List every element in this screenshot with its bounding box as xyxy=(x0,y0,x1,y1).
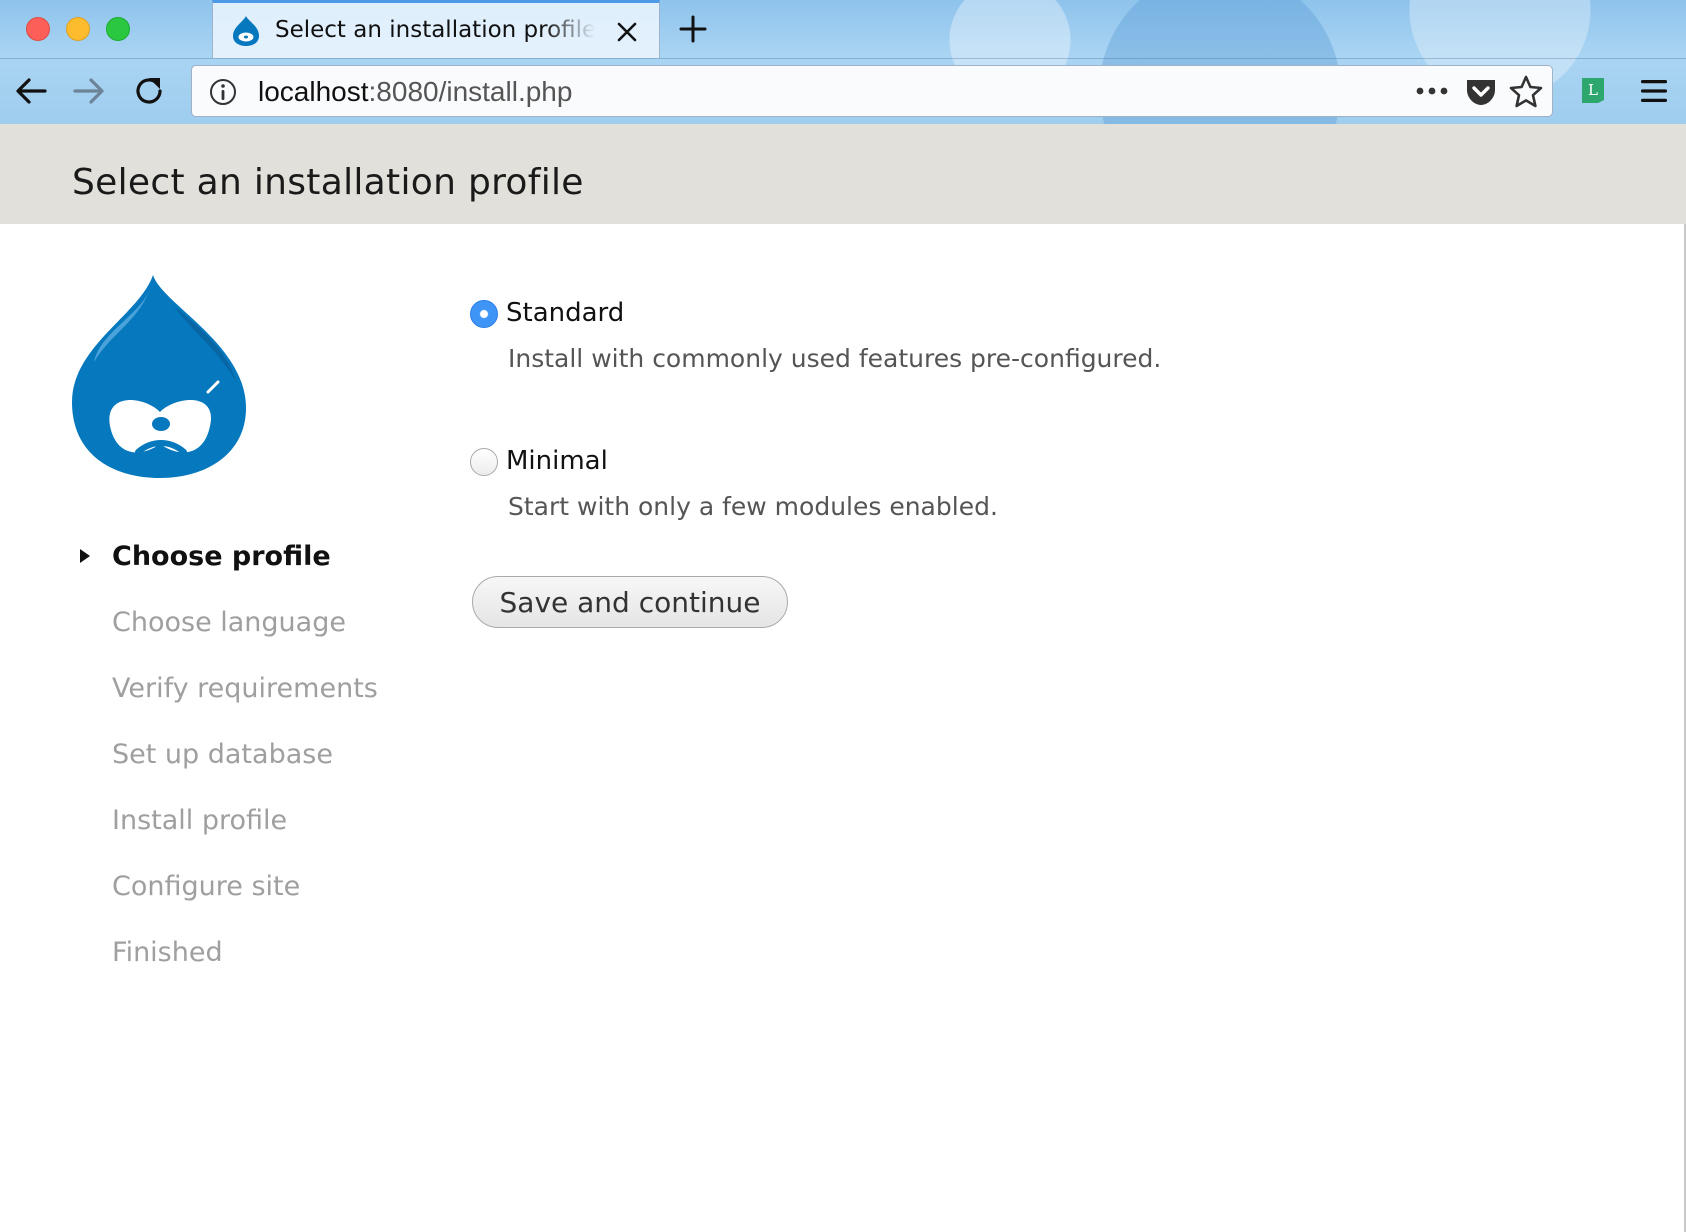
page-header: Select an installation profile xyxy=(0,124,1686,224)
back-arrow-icon[interactable] xyxy=(12,72,50,110)
url-path: :8080/install.php xyxy=(368,76,573,107)
minimize-window-button[interactable] xyxy=(66,17,90,41)
install-steps: Choose profile Choose language Verify re… xyxy=(72,542,378,1004)
minimal-label[interactable]: Minimal xyxy=(506,446,608,476)
standard-radio[interactable] xyxy=(470,300,498,328)
minimal-description: Start with only a few modules enabled. xyxy=(508,492,998,521)
extension-letter: L xyxy=(1588,81,1598,99)
page-title: Select an installation profile xyxy=(72,162,584,203)
current-step-arrow-icon xyxy=(80,549,90,563)
close-window-button[interactable] xyxy=(26,17,50,41)
bookmark-star-icon[interactable] xyxy=(1508,74,1544,110)
page-content: Select an installation profile Choose pr… xyxy=(0,124,1686,1232)
step-choose-profile: Choose profile xyxy=(72,542,378,608)
minimal-radio[interactable] xyxy=(470,448,498,476)
standard-label[interactable]: Standard xyxy=(506,298,624,328)
url-host: localhost xyxy=(258,76,369,107)
step-verify-requirements: Verify requirements xyxy=(72,674,378,740)
step-set-up-database: Set up database xyxy=(72,740,378,806)
step-configure-site: Configure site xyxy=(72,872,378,938)
step-choose-language: Choose language xyxy=(72,608,378,674)
new-tab-icon[interactable] xyxy=(678,14,708,44)
step-label: Choose profile xyxy=(112,541,331,572)
url-text[interactable]: localhost:8080/install.php xyxy=(258,76,572,108)
standard-description: Install with commonly used features pre-… xyxy=(508,344,1162,373)
step-label: Set up database xyxy=(112,739,333,770)
step-label: Finished xyxy=(112,937,223,968)
step-label: Configure site xyxy=(112,871,301,902)
extension-icon[interactable]: L xyxy=(1578,75,1608,105)
browser-tab[interactable]: Select an installation profile | Drupal xyxy=(212,0,660,58)
hamburger-menu-icon[interactable] xyxy=(1638,77,1670,105)
site-info-icon[interactable] xyxy=(208,77,238,107)
navigation-toolbar: localhost:8080/install.php L xyxy=(0,58,1686,124)
forward-arrow-icon[interactable] xyxy=(70,72,108,110)
step-label: Install profile xyxy=(112,805,288,836)
save-and-continue-button[interactable]: Save and continue xyxy=(472,576,788,628)
step-label: Verify requirements xyxy=(112,673,378,704)
address-bar[interactable]: localhost:8080/install.php xyxy=(191,65,1553,117)
pocket-icon[interactable] xyxy=(1464,76,1498,108)
zoom-window-button[interactable] xyxy=(106,17,130,41)
step-label: Choose language xyxy=(112,607,346,638)
drupal-favicon-icon xyxy=(233,16,259,46)
page-actions-icon[interactable] xyxy=(1414,80,1450,102)
step-install-profile: Install profile xyxy=(72,806,378,872)
close-tab-icon[interactable] xyxy=(613,18,641,46)
drupal-logo-icon xyxy=(72,275,246,478)
reload-icon[interactable] xyxy=(130,72,168,110)
browser-chrome: Select an installation profile | Drupal … xyxy=(0,0,1686,124)
step-finished: Finished xyxy=(72,938,378,1004)
tab-title: Select an installation profile | Drupal xyxy=(275,17,595,43)
